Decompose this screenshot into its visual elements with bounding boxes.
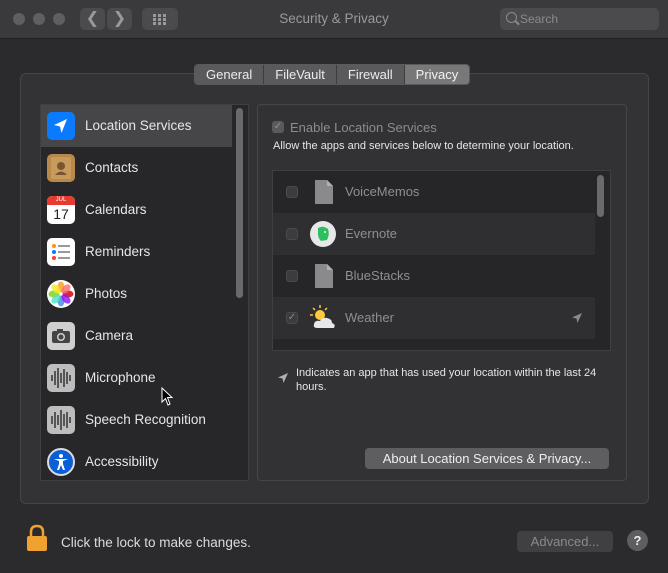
legend-text: Indicates an app that has used your loca… [296, 367, 597, 393]
about-location-services-button[interactable]: About Location Services & Privacy... [365, 448, 609, 469]
app-name: VoiceMemos [345, 184, 420, 199]
sidebar-item-location-services[interactable]: Location Services [41, 105, 232, 147]
app-name: Weather [345, 310, 394, 325]
enable-location-label: Enable Location Services [290, 120, 437, 135]
tab-privacy[interactable]: Privacy [404, 65, 470, 84]
list-item[interactable]: VoiceMemos [273, 171, 595, 213]
app-list-scrollbar[interactable] [597, 175, 604, 217]
app-checkbox[interactable] [286, 228, 298, 240]
generic-document-icon [309, 262, 337, 290]
advanced-button[interactable]: Advanced... [517, 531, 613, 552]
evernote-elephant-icon [309, 220, 337, 248]
tab-general[interactable]: General [195, 65, 265, 84]
list-item[interactable]: Evernote [273, 213, 595, 255]
reminders-list-icon [47, 238, 75, 266]
list-item[interactable]: BlueStacks [273, 255, 595, 297]
sidebar-item-label: Photos [85, 286, 128, 301]
calendar-icon: JUL 17 [47, 196, 75, 224]
accessibility-person-icon [47, 448, 75, 476]
sidebar-item-microphone[interactable]: Microphone [41, 357, 232, 399]
sidebar-item-photos[interactable]: Photos [41, 273, 232, 315]
mouse-pointer-icon [161, 386, 175, 407]
help-button[interactable]: ? [627, 530, 648, 551]
app-checkbox[interactable]: ✓ [286, 312, 298, 324]
sidebar-item-reminders[interactable]: Reminders [41, 231, 232, 273]
sidebar-item-label: Location Services [85, 118, 192, 133]
location-arrow-legend-icon [276, 371, 290, 385]
tab-bar: General FileVault Firewall Privacy [194, 64, 471, 85]
sidebar-item-calendars[interactable]: JUL 17 Calendars [41, 189, 232, 231]
sidebar-item-contacts[interactable]: Contacts [41, 147, 232, 189]
tab-filevault[interactable]: FileVault [264, 65, 337, 84]
list-item[interactable]: ✓ Weather [273, 297, 595, 339]
app-checkbox[interactable] [286, 270, 298, 282]
title-bar: ❮ ❯ Security & Privacy [0, 0, 668, 39]
sidebar-item-camera[interactable]: Camera [41, 315, 232, 357]
camera-icon [47, 322, 75, 350]
speech-waveform-icon [47, 406, 75, 434]
location-used-arrow-icon [571, 311, 583, 323]
weather-sun-cloud-icon [309, 304, 337, 332]
sidebar-item-label: Calendars [85, 202, 147, 217]
sidebar-scrollbar[interactable] [236, 108, 243, 298]
lock-icon[interactable] [26, 524, 48, 552]
location-description: Allow the apps and services below to det… [273, 140, 574, 152]
sidebar-item-label: Accessibility [85, 454, 159, 469]
generic-document-icon [309, 178, 337, 206]
calendar-day-label: 17 [53, 206, 69, 222]
enable-location-checkbox[interactable]: ✓ [272, 121, 284, 133]
sidebar-item-label: Speech Recognition [85, 412, 206, 427]
sidebar-item-accessibility[interactable]: Accessibility [41, 441, 232, 480]
privacy-category-list: Location Services Contacts JUL 17 Calend… [40, 104, 249, 481]
sidebar-item-label: Camera [85, 328, 134, 343]
app-checkbox[interactable] [286, 186, 298, 198]
app-name: Evernote [345, 226, 398, 241]
sidebar-item-label: Reminders [85, 244, 151, 259]
app-location-list: VoiceMemos Evernote BlueStacks ✓ Weather [272, 170, 611, 351]
location-arrow-icon [47, 112, 75, 140]
lock-status-text: Click the lock to make changes. [61, 535, 251, 550]
calendar-month-label: JUL [47, 196, 75, 205]
tab-firewall[interactable]: Firewall [336, 65, 405, 84]
microphone-waveform-icon [47, 364, 75, 392]
sidebar-item-label: Microphone [85, 370, 156, 385]
sidebar-item-label: Contacts [85, 160, 139, 175]
sidebar-item-speech-recognition[interactable]: Speech Recognition [41, 399, 232, 441]
app-name: BlueStacks [345, 268, 411, 283]
contacts-book-icon [47, 154, 75, 182]
photos-flower-icon [47, 280, 75, 308]
search-icon [506, 12, 517, 23]
search-input[interactable] [500, 8, 659, 30]
